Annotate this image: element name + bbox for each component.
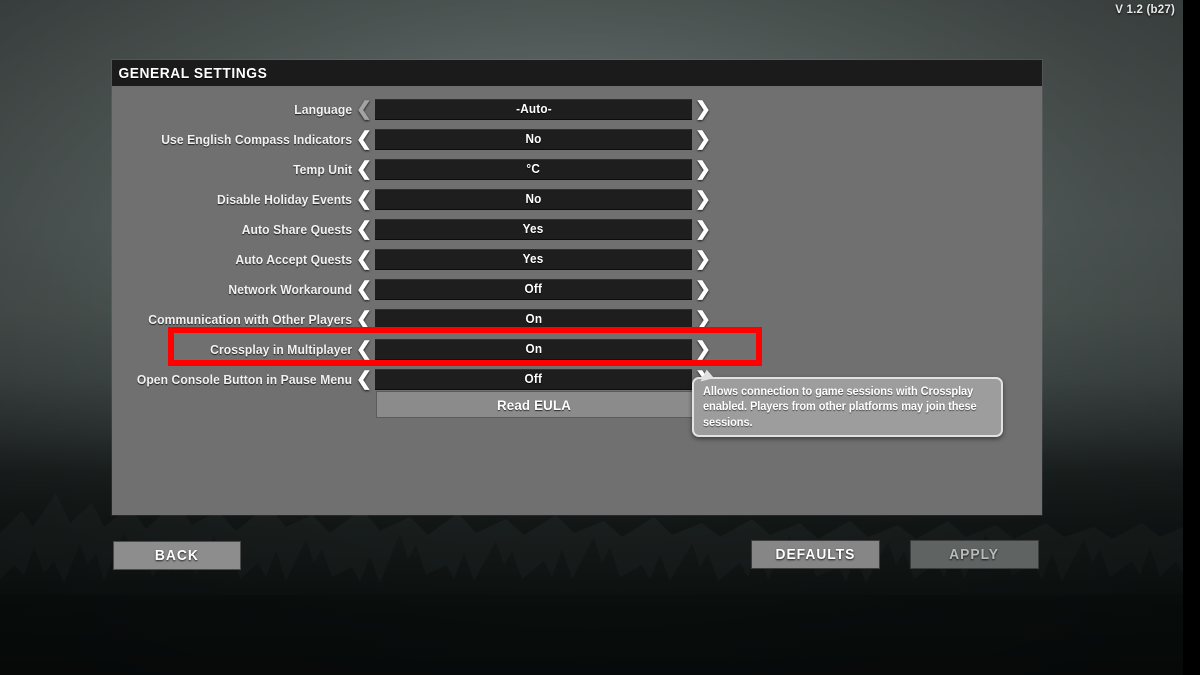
- chevron-left-icon[interactable]: ❮: [353, 370, 375, 389]
- setting-value-text: Off: [524, 372, 543, 386]
- setting-value-text: Yes: [523, 252, 544, 266]
- setting-value-text: Yes: [523, 222, 544, 236]
- version-label: V 1.2 (b27): [1115, 4, 1175, 16]
- chevron-right-icon[interactable]: ❯: [692, 190, 714, 209]
- panel-header: GENERAL SETTINGS: [112, 60, 1042, 86]
- setting-value-field[interactable]: Off: [375, 278, 692, 300]
- setting-value-text: On: [525, 342, 542, 356]
- chevron-right-icon[interactable]: ❯: [692, 220, 714, 239]
- chevron-left-icon[interactable]: ❮: [353, 190, 375, 209]
- defaults-button-label: DEFAULTS: [775, 546, 856, 563]
- chevron-right-icon[interactable]: ❯: [692, 280, 714, 299]
- setting-value-text: No: [525, 132, 542, 146]
- setting-value-text: -Auto-: [515, 102, 552, 116]
- chevron-right-icon[interactable]: ❯: [692, 340, 714, 359]
- setting-label: Auto Accept Quests: [235, 251, 353, 267]
- read-eula-button[interactable]: Read EULA: [376, 391, 693, 418]
- setting-value-field[interactable]: Off: [375, 368, 692, 390]
- chevron-right-icon[interactable]: ❯: [692, 310, 714, 329]
- chevron-right-icon[interactable]: ❯: [692, 100, 714, 119]
- back-button-label: BACK: [155, 547, 199, 564]
- chevron-right-icon[interactable]: ❯: [692, 160, 714, 179]
- setting-row: Network Workaround ❮ Off ❯: [112, 274, 1042, 304]
- setting-value-text: No: [525, 192, 542, 206]
- chevron-right-icon[interactable]: ❯: [692, 130, 714, 149]
- setting-value-field[interactable]: No: [375, 188, 692, 210]
- setting-label: Open Console Button in Pause Menu: [136, 371, 353, 387]
- chevron-left-icon[interactable]: ❮: [353, 160, 375, 179]
- tooltip-text: Allows connection to game sessions with …: [703, 386, 977, 429]
- read-eula-label: Read EULA: [497, 396, 572, 413]
- setting-label: Communication with Other Players: [148, 311, 353, 327]
- chevron-left-icon[interactable]: ❮: [353, 100, 375, 119]
- setting-value-field[interactable]: -Auto-: [375, 98, 692, 120]
- chevron-left-icon[interactable]: ❮: [353, 340, 375, 359]
- setting-row: Temp Unit ❮ °C ❯: [112, 154, 1042, 184]
- chevron-left-icon[interactable]: ❮: [353, 310, 375, 329]
- setting-value-field[interactable]: °C: [375, 158, 692, 180]
- setting-label: Crossplay in Multiplayer: [210, 341, 353, 357]
- chevron-left-icon[interactable]: ❮: [353, 280, 375, 299]
- chevron-left-icon[interactable]: ❮: [353, 250, 375, 269]
- setting-label: Auto Share Quests: [241, 221, 353, 237]
- page-title: GENERAL SETTINGS: [118, 64, 268, 82]
- setting-label: Network Workaround: [228, 281, 353, 297]
- setting-row: Auto Share Quests ❮ Yes ❯: [112, 214, 1042, 244]
- apply-button: APPLY: [910, 540, 1039, 569]
- chevron-left-icon[interactable]: ❮: [353, 130, 375, 149]
- setting-row: Crossplay in Multiplayer ❮ On ❯: [112, 334, 1042, 364]
- settings-list: Language ❮ -Auto- ❯ Use English Compass Indi…: [112, 94, 1042, 394]
- setting-label: Temp Unit: [293, 161, 353, 177]
- setting-row: Use English Compass Indicators ❮ No ❯: [112, 124, 1042, 154]
- setting-row: Language ❮ -Auto- ❯: [112, 94, 1042, 124]
- tooltip-crossplay: Allows connection to game sessions with …: [692, 368, 1003, 437]
- setting-value-text: On: [525, 312, 542, 326]
- tooltip-pointer-icon: [697, 368, 715, 382]
- apply-button-label: APPLY: [949, 546, 1000, 563]
- setting-row: Disable Holiday Events ❮ No ❯: [112, 184, 1042, 214]
- setting-label: Use English Compass Indicators: [161, 131, 353, 147]
- defaults-button[interactable]: DEFAULTS: [751, 540, 880, 569]
- setting-value-text: °C: [526, 162, 541, 176]
- setting-value-field[interactable]: On: [375, 308, 692, 330]
- setting-row: Auto Accept Quests ❮ Yes ❯: [112, 244, 1042, 274]
- setting-label: Disable Holiday Events: [217, 191, 353, 207]
- setting-value-field[interactable]: On: [375, 338, 692, 360]
- setting-label: Language: [294, 101, 353, 117]
- setting-value-text: Off: [524, 282, 543, 296]
- chevron-left-icon[interactable]: ❮: [353, 220, 375, 239]
- chevron-right-icon[interactable]: ❯: [692, 250, 714, 269]
- setting-row: Communication with Other Players ❮ On ❯: [112, 304, 1042, 334]
- setting-value-field[interactable]: Yes: [375, 218, 692, 240]
- letterbox-bar-right: [1183, 0, 1200, 675]
- setting-value-field[interactable]: Yes: [375, 248, 692, 270]
- back-button[interactable]: BACK: [113, 541, 241, 570]
- setting-value-field[interactable]: No: [375, 128, 692, 150]
